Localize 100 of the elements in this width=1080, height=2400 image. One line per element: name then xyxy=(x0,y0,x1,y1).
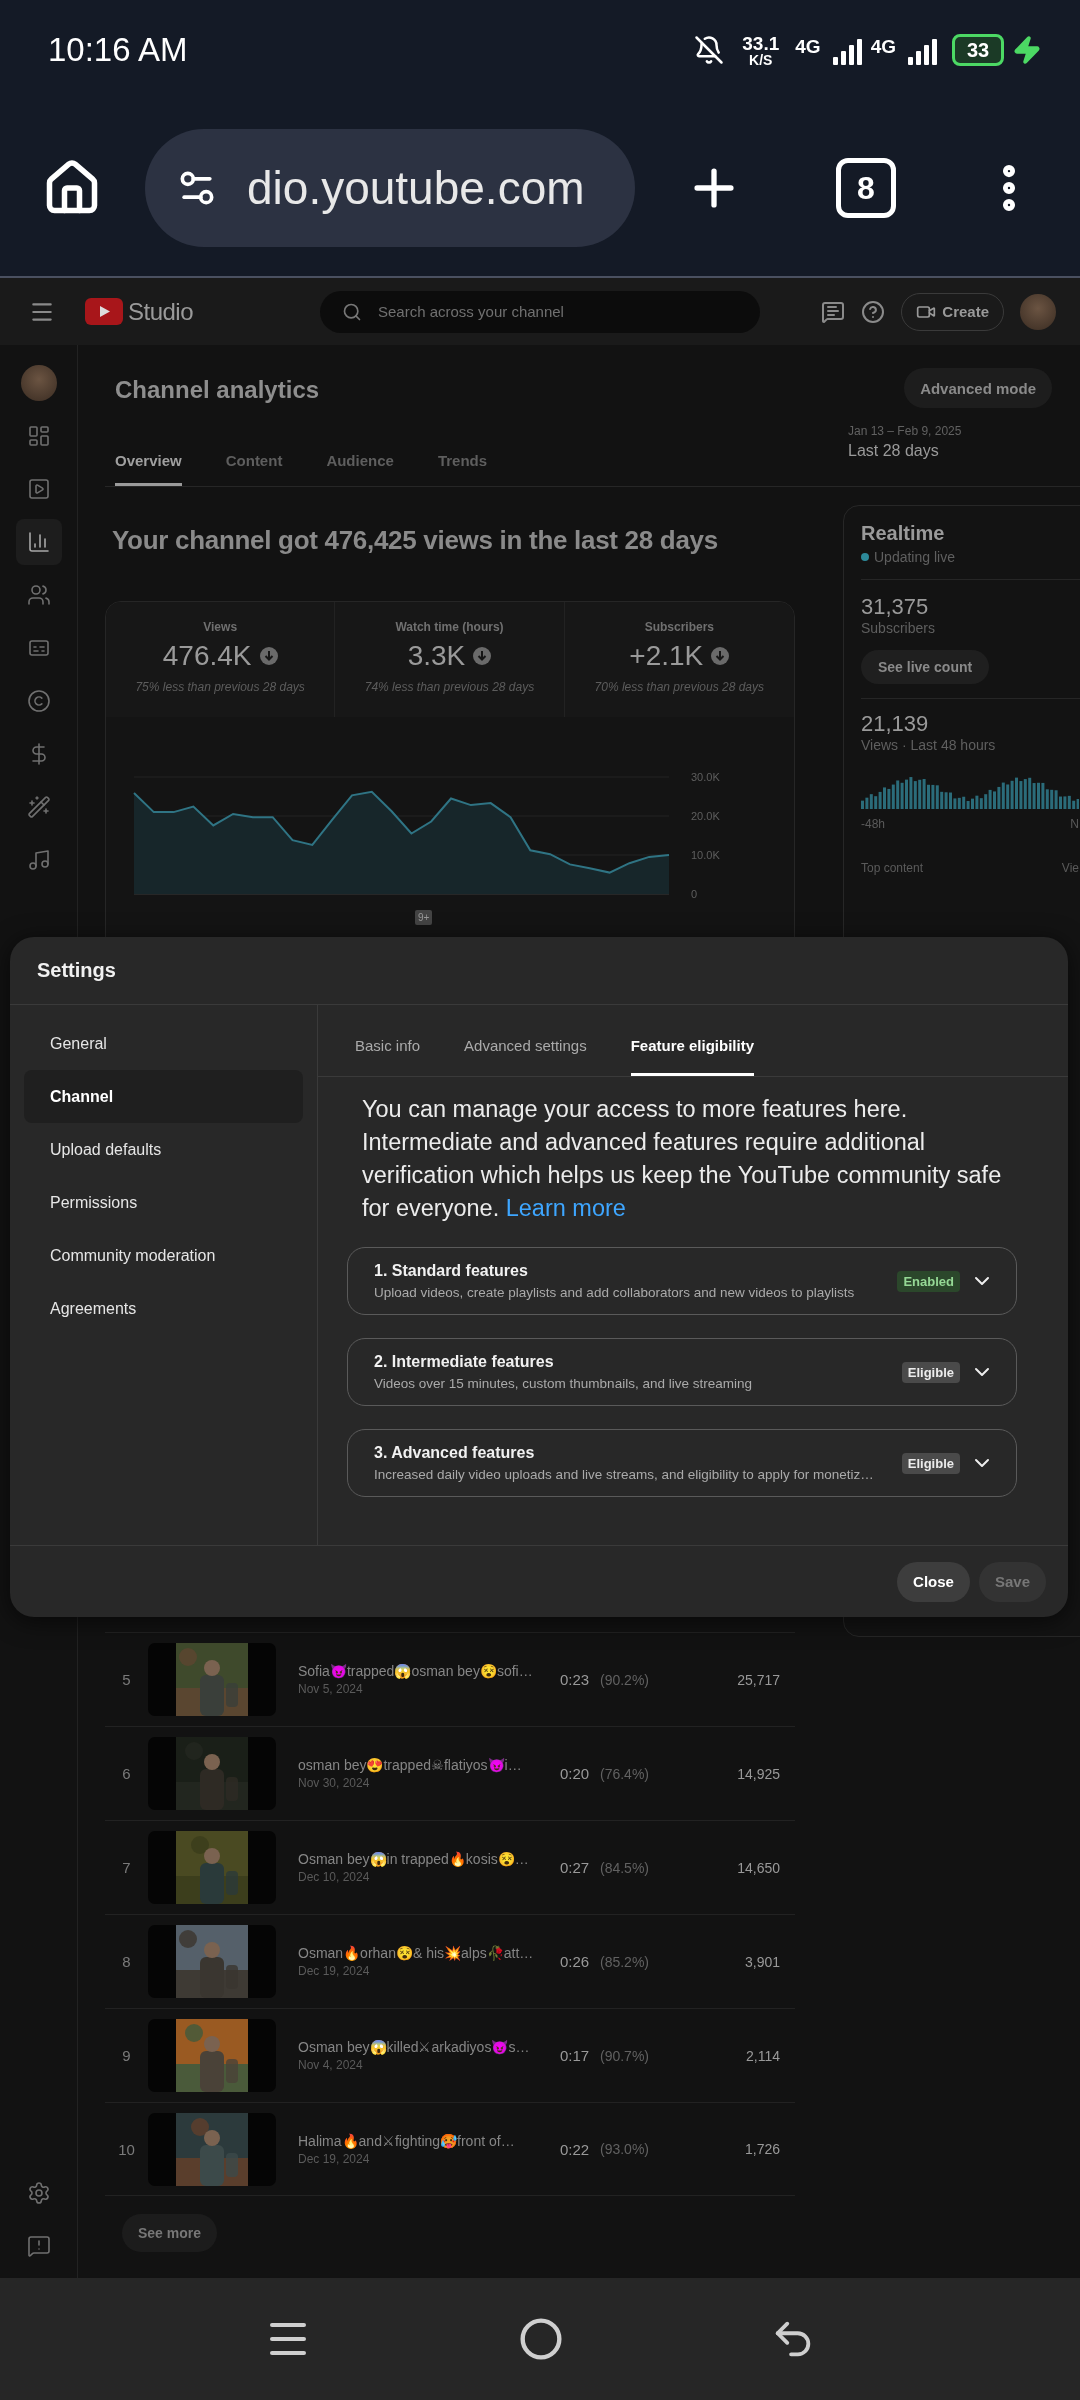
video-date: Dec 19, 2024 xyxy=(298,2151,371,2166)
rank: 6 xyxy=(121,1765,132,1782)
status-badge: Eligible xyxy=(901,1361,960,1383)
tab[interactable]: Overview xyxy=(115,452,182,486)
table-row[interactable]: 8 Osman🔥orhan😵& his💥alps🥀att… Dec 19, 2024 0:26 (85.2%) 3,901 xyxy=(105,1914,795,2008)
stat-label: Subscribers xyxy=(861,620,936,636)
feature-description: Increased daily video uploads and live streams, and eligibility to apply for monetiz… xyxy=(374,1467,874,1482)
charging-icon xyxy=(1012,35,1042,65)
metric-tab[interactable]: Views 476.4K 75% less than previous 28 days xyxy=(106,602,336,717)
column-label: Vie xyxy=(1061,861,1079,875)
headline: Your channel got 476,425 views in the last 28 days xyxy=(112,525,719,556)
period-selector[interactable]: Last 28 days xyxy=(848,442,1080,460)
tab-switcher-button[interactable]: 8 xyxy=(836,158,896,218)
metric-value: 476.4K xyxy=(162,640,252,672)
metric-note: 74% less than previous 28 days xyxy=(364,680,535,694)
help-icon[interactable] xyxy=(861,299,886,324)
chart-marker[interactable]: 9+ xyxy=(415,910,433,925)
feature-title: 1. Standard features xyxy=(374,1262,529,1280)
feature-row[interactable]: 3. Advanced features Increased daily video uploads and live streams, and eligibility to apply for monetiz… Eligible xyxy=(347,1429,1017,1497)
axis-label: 0 xyxy=(691,888,698,900)
metric-tab[interactable]: Watch time (hours) 3.3K 74% less than previous 28 days xyxy=(335,602,565,717)
axis-label: -48h xyxy=(861,817,886,831)
avatar[interactable] xyxy=(20,364,57,401)
intro-text: You can manage your access to more features here. Intermediate and advanced features require additional verification which helps us keep the YouTube community safe for everyone. Learn more xyxy=(362,1095,1002,1223)
learn-more-link[interactable]: Learn more xyxy=(505,1195,626,1221)
url-text: dio.youtube.com xyxy=(247,161,585,215)
copyright-icon xyxy=(26,688,51,713)
feature-title: 2. Intermediate features xyxy=(374,1353,555,1371)
table-row[interactable]: 9 Osman bey😱killed⚔arkadiyos😈s… Nov 4, 2024 0:17 (90.7%) 2,114 xyxy=(105,2008,795,2102)
address-bar[interactable]: dio.youtube.com xyxy=(145,129,635,247)
status-badge: Enabled xyxy=(897,1270,960,1292)
video-title: Osman🔥orhan😵& his💥alps🥀att… xyxy=(298,1945,535,1961)
logo-text: Studio xyxy=(128,297,194,326)
see-more-button[interactable]: See more xyxy=(122,2214,218,2252)
view-count: 25,717 xyxy=(736,1671,781,1688)
play-icon xyxy=(26,476,51,501)
rank: 10 xyxy=(117,2140,136,2158)
avatar[interactable] xyxy=(1020,293,1056,330)
view-percentage: (90.2%) xyxy=(600,1671,650,1688)
stat-label: Views · Last 48 hours xyxy=(861,737,997,753)
view-count: 3,901 xyxy=(743,1953,781,1970)
rank: 8 xyxy=(121,1953,132,1970)
tab[interactable]: Basic info xyxy=(355,1037,421,1076)
metric-value: 3.3K xyxy=(407,640,466,672)
people-icon xyxy=(26,582,51,607)
feature-description: Videos over 15 minutes, custom thumbnails, and live streaming xyxy=(374,1376,752,1391)
metric-value: +2.1K xyxy=(629,640,704,672)
view-count: 14,650 xyxy=(736,1859,781,1876)
advanced-mode-button[interactable]: Advanced mode xyxy=(904,368,1052,408)
tab[interactable]: Advanced settings xyxy=(464,1037,587,1076)
settings-nav-item[interactable]: Permissions xyxy=(24,1176,303,1229)
close-button[interactable]: Close xyxy=(897,1561,970,1602)
search-field[interactable]: Search across your channel xyxy=(320,290,760,333)
settings-nav-item[interactable]: Upload defaults xyxy=(24,1123,303,1176)
settings-nav-item[interactable]: Community moderation xyxy=(24,1229,303,1282)
rank: 7 xyxy=(121,1859,132,1876)
see-live-count-button[interactable]: See live count xyxy=(861,650,990,684)
bar-chart-icon xyxy=(26,529,51,554)
music-note-icon xyxy=(26,847,51,872)
video-date: Nov 5, 2024 xyxy=(298,1682,364,1696)
comment-icon[interactable] xyxy=(821,299,846,324)
axis-label: 30.0K xyxy=(691,771,720,783)
average-view-duration: 0:17 xyxy=(560,2047,591,2064)
metric-label: Subscribers xyxy=(644,620,714,634)
settings-nav-item[interactable]: General xyxy=(24,1017,303,1070)
network-type: 4G xyxy=(870,35,896,58)
video-title: Osman bey😱in trapped🔥kosis😵… xyxy=(298,1851,530,1867)
table-row[interactable]: 6 osman bey😍trapped☠flatiyos😈i… Nov 30, 2024 0:20 (76.4%) 14,925 xyxy=(105,1726,795,1820)
settings-nav-item[interactable]: Channel xyxy=(24,1070,303,1123)
video-title: osman bey😍trapped☠flatiyos😈i… xyxy=(298,1757,523,1773)
page-title: Channel analytics xyxy=(115,376,321,404)
metric-note: 75% less than previous 28 days xyxy=(135,680,305,694)
average-view-duration: 0:27 xyxy=(560,1859,591,1876)
nav-rail-item[interactable] xyxy=(15,518,62,565)
video-title: Halima🔥and⚔fighting🥵front of… xyxy=(298,2132,516,2149)
search-icon xyxy=(342,301,362,322)
view-count: 1,726 xyxy=(743,2141,781,2157)
table-row[interactable]: 5 Sofia😈trapped😱osman bey😵sofi… Nov 5, 2024 0:23 (90.2%) 25,717 xyxy=(105,1632,795,1726)
metric-label: Watch time (hours) xyxy=(395,620,504,634)
view-count: 21,139 xyxy=(861,711,930,737)
feature-row[interactable]: 2. Intermediate features Videos over 15 minutes, custom thumbnails, and live streaming Eligible xyxy=(347,1338,1017,1406)
view-percentage: (90.7%) xyxy=(600,2047,650,2064)
live-status: Updating live xyxy=(874,549,955,565)
feature-row[interactable]: 1. Standard features Upload videos, create playlists and add collaborators and new videos to playlists Enabled xyxy=(347,1247,1017,1315)
metric-tab[interactable]: Subscribers +2.1K 70% less than previous 28 days xyxy=(564,602,794,717)
video-title: Osman bey😱killed⚔arkadiyos😈s… xyxy=(298,2039,531,2055)
network-speed-unit: K/S xyxy=(749,52,773,67)
home-icon[interactable] xyxy=(519,2317,563,2361)
table-row[interactable]: 7 Osman bey😱in trapped🔥kosis😵… Dec 10, 2024 0:27 (84.5%) 14,650 xyxy=(105,1820,795,1914)
logo-icon xyxy=(85,298,123,325)
tab[interactable]: Feature eligibility xyxy=(630,1037,754,1076)
dialog-title: Settings xyxy=(37,959,116,982)
rank: 9 xyxy=(121,2047,132,2064)
average-view-duration: 0:20 xyxy=(560,1765,591,1782)
table-row[interactable]: 10 Halima🔥and⚔fighting🥵front of… Dec 19, 2024 0:22 (93.0%) 1,726 xyxy=(105,2102,795,2196)
battery-level: 33 xyxy=(952,34,1004,66)
view-percentage: (85.2%) xyxy=(600,1953,650,1970)
video-title: Sofia😈trapped😱osman bey😵sofi… xyxy=(298,1663,534,1679)
view-percentage: (84.5%) xyxy=(600,1859,650,1876)
settings-nav-item[interactable]: Agreements xyxy=(24,1282,303,1335)
